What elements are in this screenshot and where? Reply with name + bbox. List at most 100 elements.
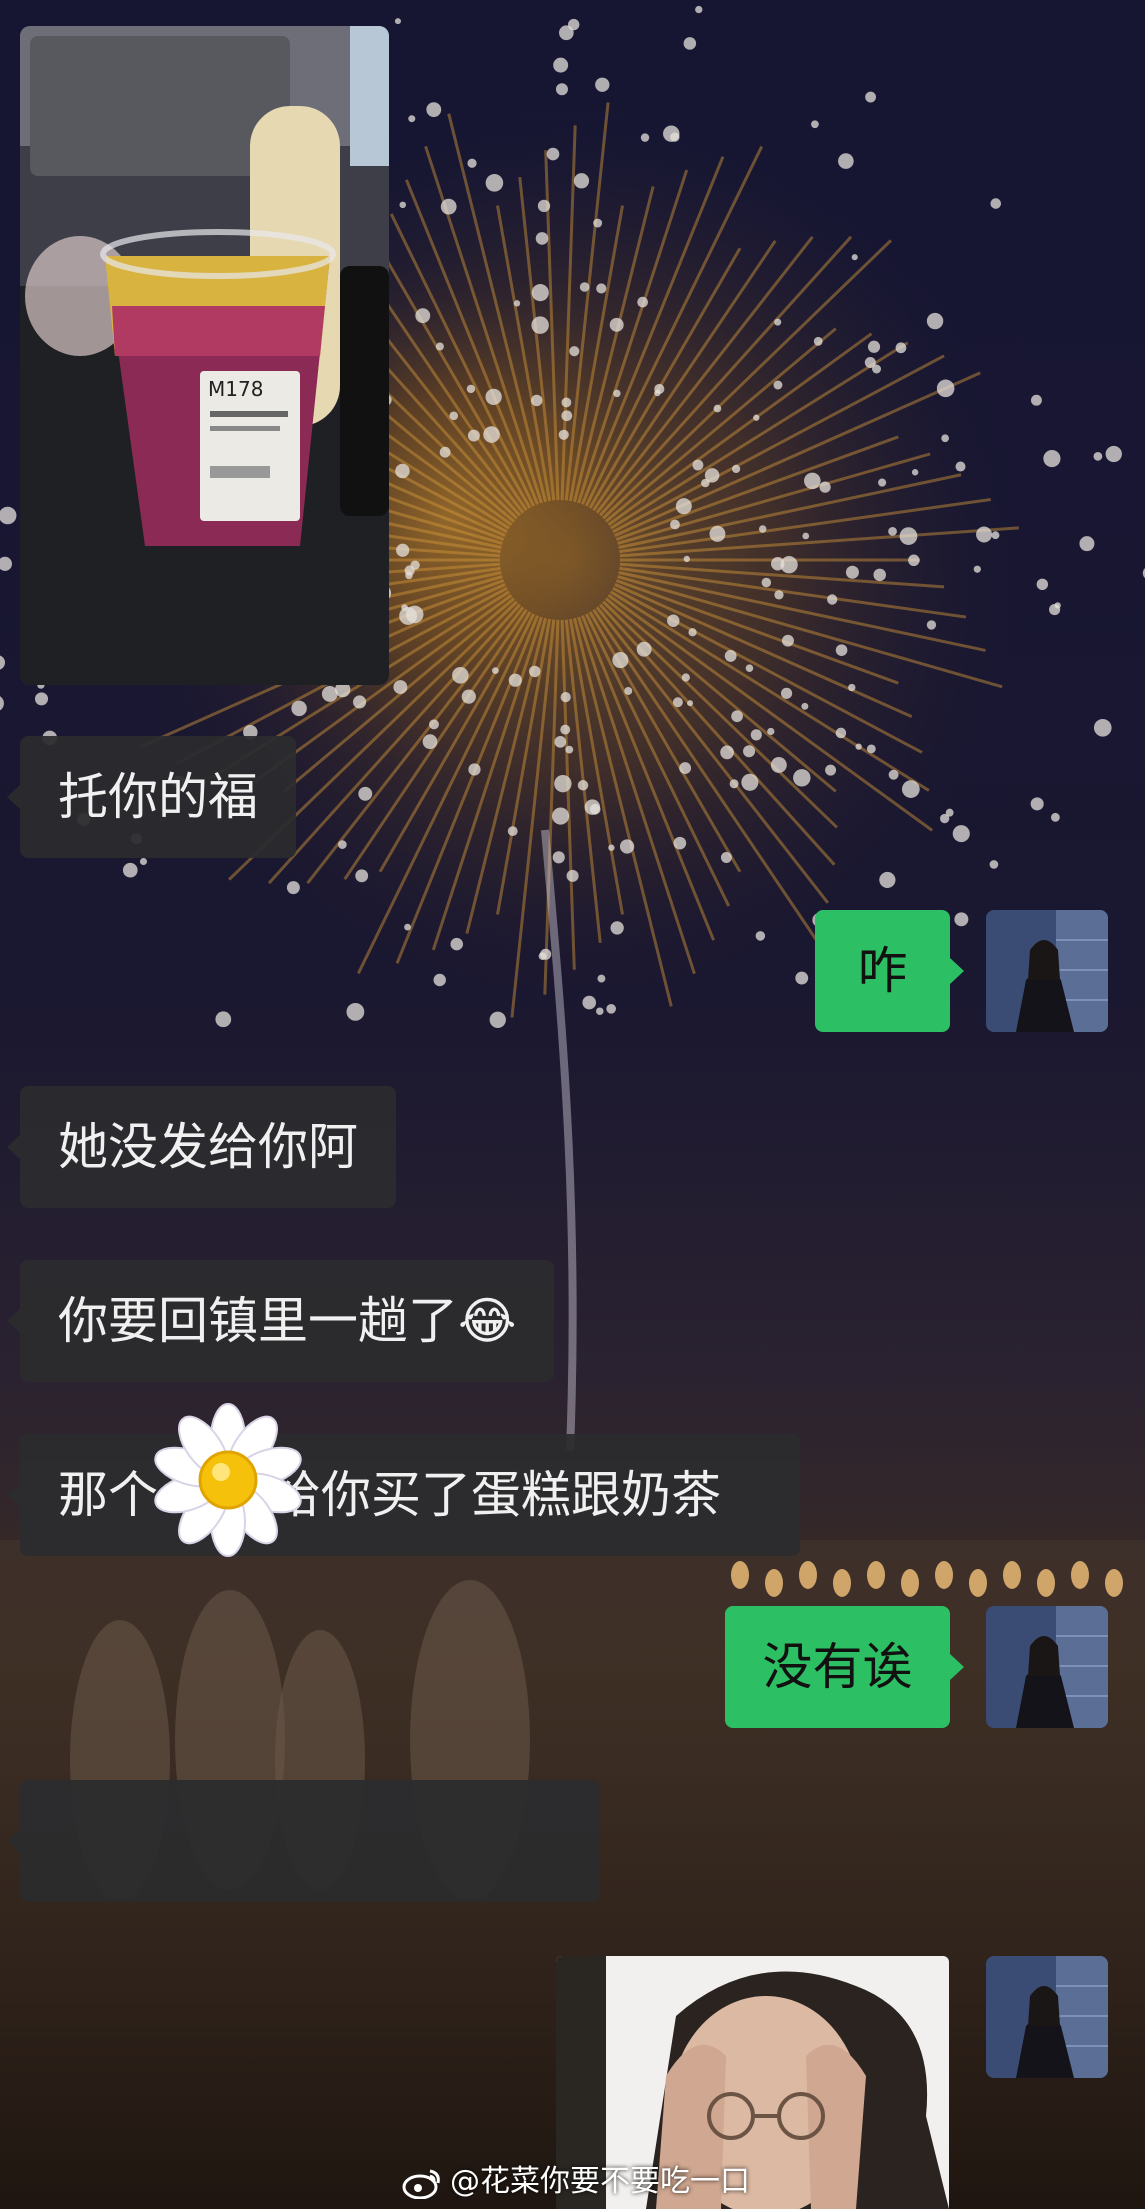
firework-spark xyxy=(670,519,680,530)
firework-spark xyxy=(573,173,590,189)
firework-spark xyxy=(713,404,722,413)
firework-spark xyxy=(513,300,521,307)
message-text-end: 给你买了蛋糕跟奶茶 xyxy=(271,1466,721,1524)
firework-spark xyxy=(492,667,499,675)
firework-spark xyxy=(489,1011,506,1028)
firework-spark xyxy=(767,727,775,736)
firework-spark xyxy=(560,724,571,735)
firework-spark xyxy=(624,687,633,695)
firework-spark xyxy=(827,594,838,605)
firework-spark xyxy=(636,641,652,657)
firework-spark xyxy=(286,881,300,895)
firework-spark xyxy=(552,807,570,825)
firework-spark xyxy=(704,468,720,483)
firework-spark xyxy=(1093,718,1112,737)
firework-spark xyxy=(593,218,603,228)
firework-spark xyxy=(879,871,896,889)
firework-spark xyxy=(774,590,784,600)
lantern xyxy=(1071,1561,1089,1589)
firework-spark xyxy=(426,102,442,118)
firework-spark xyxy=(338,840,347,849)
firework-spark xyxy=(848,683,856,692)
firework-spark xyxy=(577,780,589,791)
firework-spark xyxy=(435,342,444,351)
firework-spark xyxy=(683,37,697,50)
incoming-message-bubble-redacted[interactable] xyxy=(7,1780,600,1902)
firework-spark xyxy=(559,25,574,41)
self-avatar[interactable] xyxy=(986,910,1108,1032)
firework-spark xyxy=(405,571,413,580)
lantern xyxy=(867,1561,885,1589)
firework-spark xyxy=(908,554,920,567)
firework-spark xyxy=(404,923,411,931)
firework-spark xyxy=(679,762,692,775)
firework-spark xyxy=(595,1007,604,1016)
firework-spark xyxy=(485,174,504,192)
firework-spark xyxy=(851,254,858,261)
firework-spark xyxy=(675,498,692,515)
incoming-message-bubble[interactable]: 那个 给你买了蛋糕跟奶茶 xyxy=(7,1434,800,1556)
firework-spark xyxy=(673,836,687,850)
firework-spark xyxy=(508,673,522,687)
firework-spark xyxy=(558,429,569,440)
firework-spark xyxy=(654,383,665,395)
firework-spark xyxy=(439,446,451,458)
firework-spark xyxy=(596,283,607,294)
firework-spark xyxy=(215,1011,232,1028)
message-text: 托你的福 xyxy=(58,768,258,826)
drink-photo-image: M178 xyxy=(20,26,389,685)
firework-spark xyxy=(724,650,737,662)
firework-spark xyxy=(835,727,847,739)
incoming-message-bubble[interactable]: 托你的福 xyxy=(7,736,296,858)
firework-spark xyxy=(687,700,694,707)
firework-spark xyxy=(396,543,410,557)
firework-spark xyxy=(780,687,793,699)
firework-spark xyxy=(546,147,560,161)
drink-photo-message[interactable]: M178 xyxy=(20,26,389,685)
firework-spark xyxy=(507,826,518,837)
self-avatar[interactable] xyxy=(986,1956,1108,2078)
firework-spark xyxy=(855,743,862,750)
firework-spark xyxy=(888,769,899,780)
firework-spark xyxy=(865,91,877,103)
lantern xyxy=(833,1569,851,1597)
firework-spark xyxy=(450,937,463,951)
firework-spark xyxy=(720,745,734,760)
firework-spark xyxy=(485,388,502,405)
firework-spark xyxy=(780,556,798,574)
firework-spark xyxy=(753,414,760,421)
firework-spark xyxy=(535,232,549,245)
firework-spark xyxy=(695,5,703,14)
firework-spark xyxy=(612,652,629,669)
incoming-message-bubble[interactable]: 她没发给你阿 xyxy=(7,1086,396,1208)
firework-spark xyxy=(554,774,572,793)
firework-spark xyxy=(911,469,919,476)
firework-spark xyxy=(939,813,950,824)
firework-spark xyxy=(405,605,424,624)
firework-spark xyxy=(976,526,993,543)
firework-spark xyxy=(973,565,981,573)
incoming-message-bubble[interactable]: 你要回镇里一趟了😂 xyxy=(6,1260,555,1382)
firework-spark xyxy=(793,769,811,787)
outgoing-message-bubble[interactable]: 咋 xyxy=(815,910,964,1032)
lantern xyxy=(1037,1569,1055,1597)
firework-spark xyxy=(991,531,1000,540)
daisy-sticker xyxy=(154,1403,302,1557)
firework-spark xyxy=(936,379,955,398)
self-avatar[interactable] xyxy=(986,1606,1108,1728)
firework-spark xyxy=(709,525,726,542)
firework-spark xyxy=(1030,797,1044,811)
firework-spark xyxy=(731,710,743,723)
firework-spark xyxy=(452,667,469,684)
watermark-text: @花菜你要不要吃一口 xyxy=(450,2164,750,2199)
firework-spark xyxy=(745,664,754,672)
firework-spark xyxy=(1043,449,1061,468)
firework-spark xyxy=(609,317,624,332)
firework-spark xyxy=(139,857,148,866)
firework-spark xyxy=(637,296,648,308)
firework-spark xyxy=(681,673,690,682)
firework-spark xyxy=(866,744,876,754)
firework-spark xyxy=(813,336,823,346)
outgoing-message-bubble[interactable]: 没有诶 xyxy=(725,1606,964,1728)
firework-spark xyxy=(595,77,610,92)
